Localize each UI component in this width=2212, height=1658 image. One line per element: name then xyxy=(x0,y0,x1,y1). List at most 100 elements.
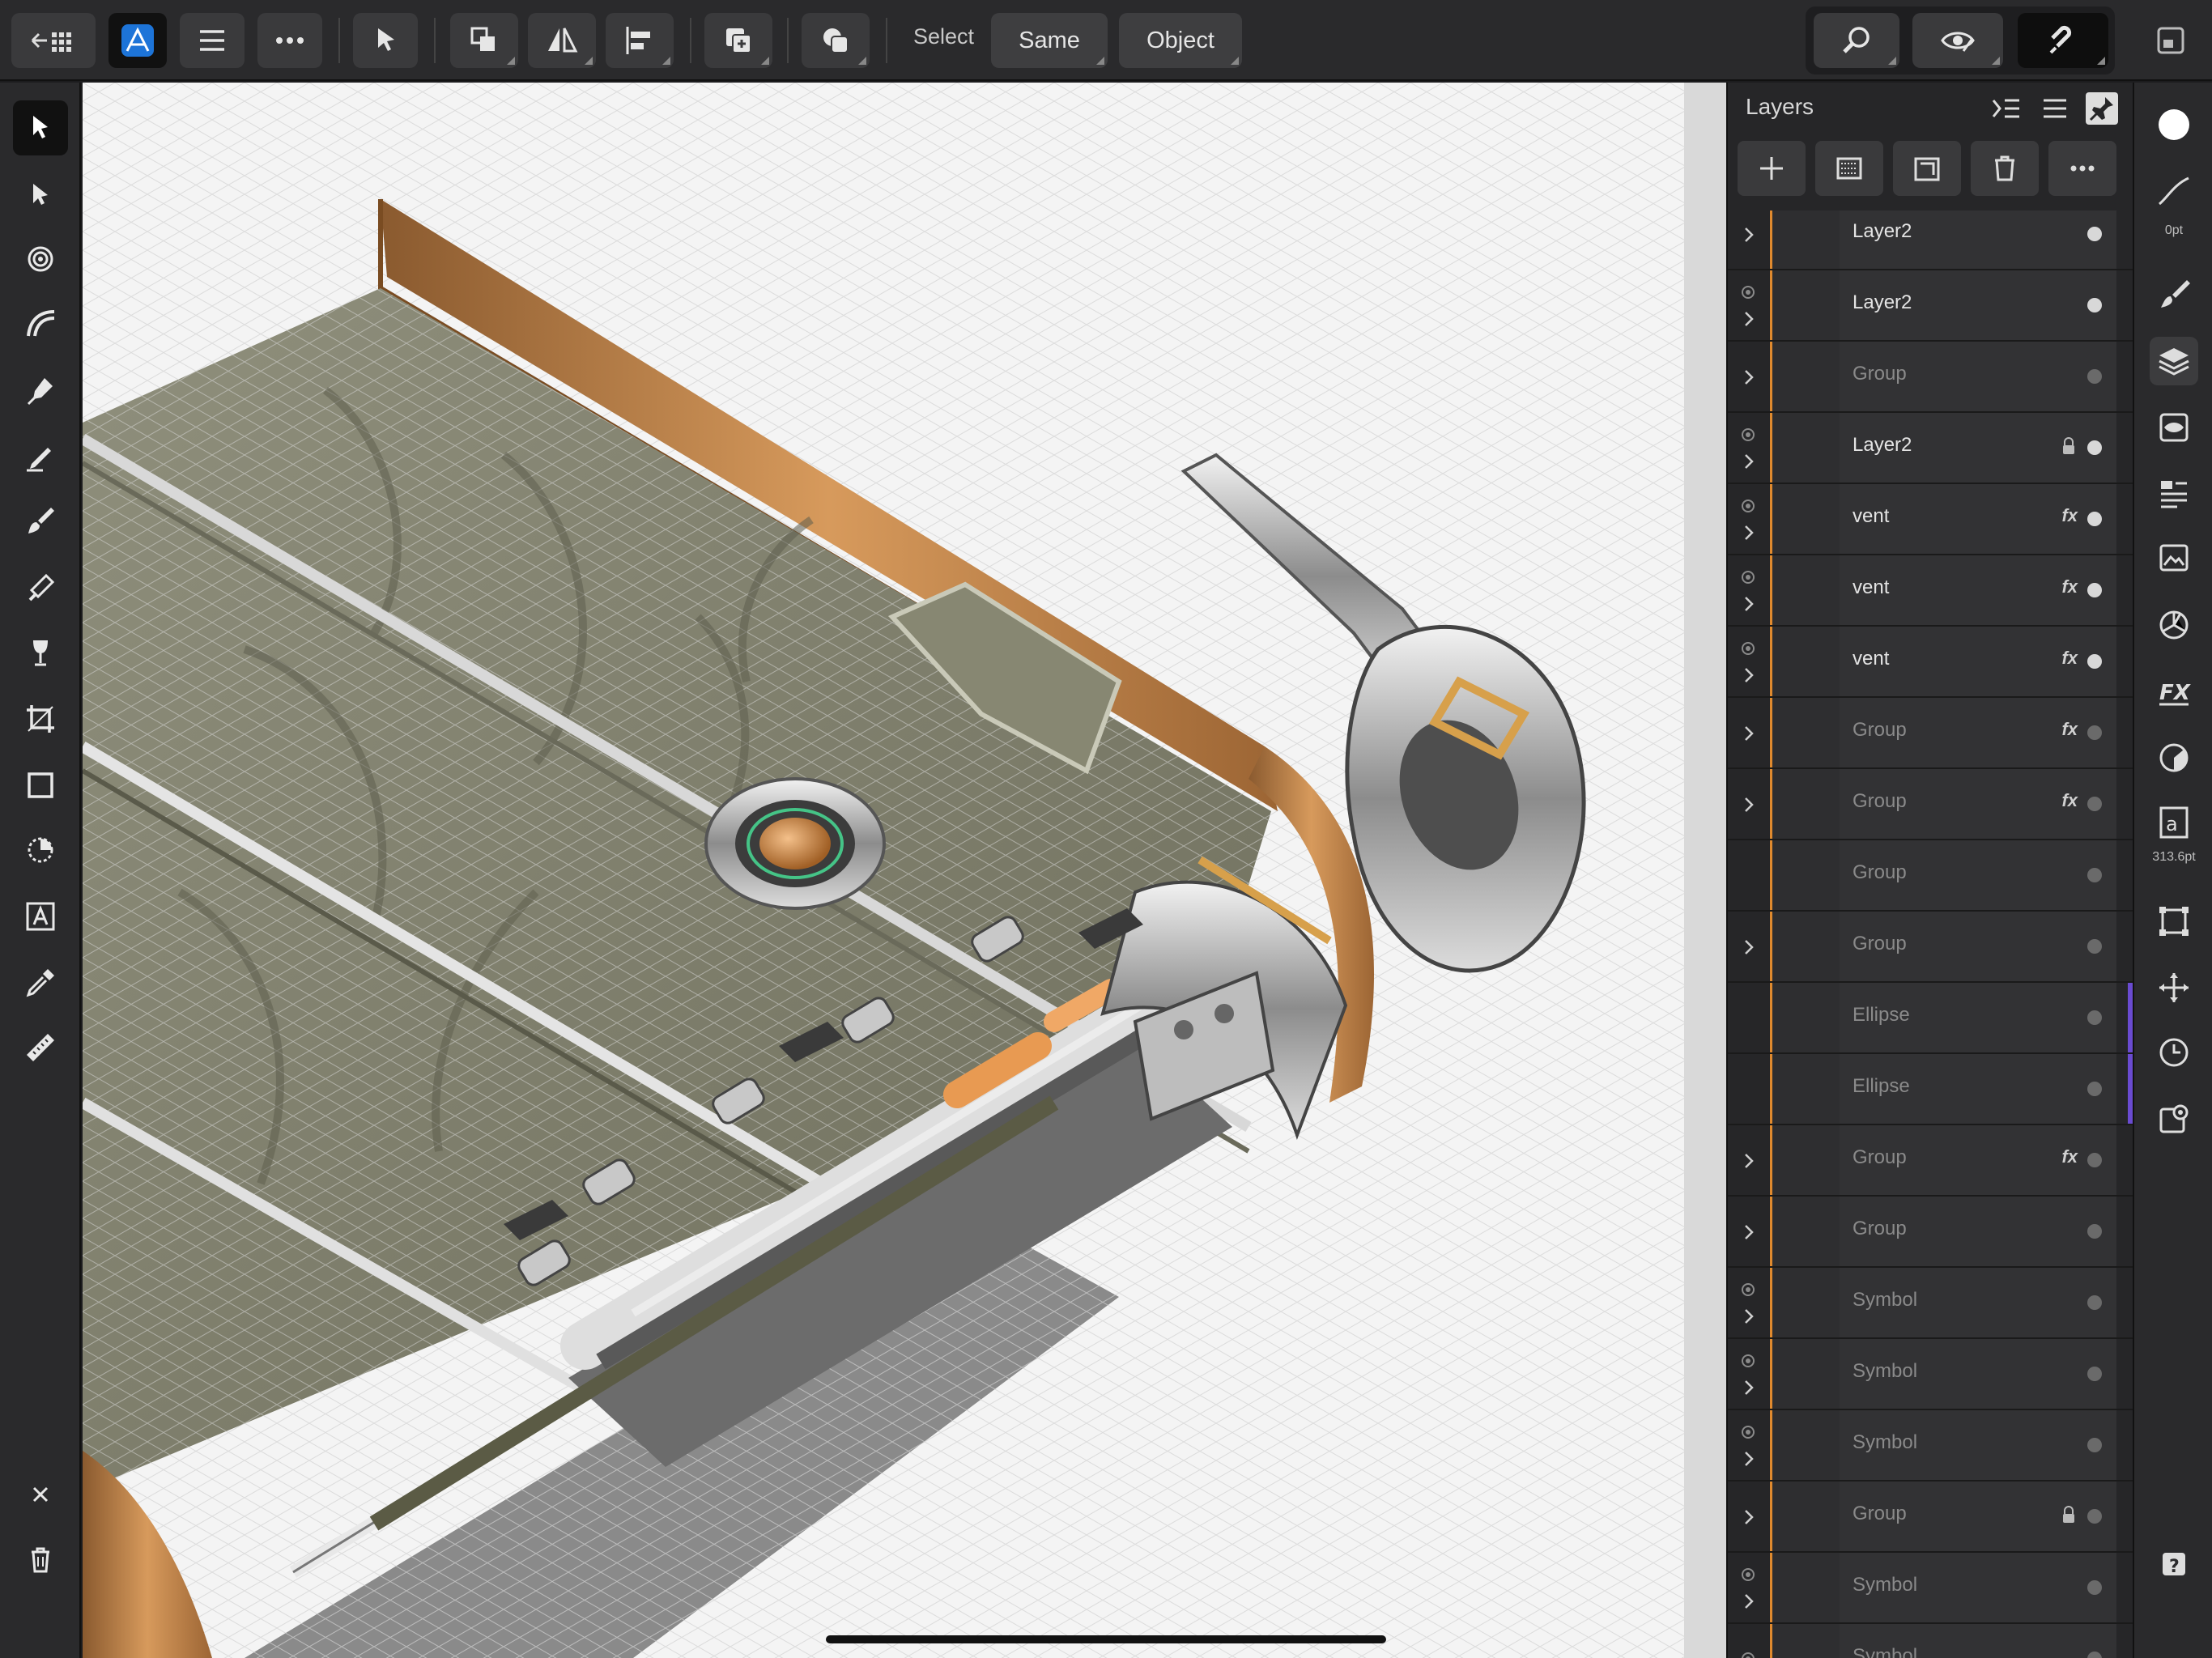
layer-row-main[interactable]: Group xyxy=(1840,342,2116,411)
layer-row[interactable]: Symbol xyxy=(1728,1339,2134,1410)
layer-row-main[interactable]: Symbol xyxy=(1840,1553,2116,1622)
align-button[interactable] xyxy=(606,13,674,68)
close-button[interactable] xyxy=(13,1467,68,1522)
move-tool-button[interactable] xyxy=(353,13,418,68)
layer-row-main[interactable]: vent fx xyxy=(1840,484,2116,554)
expand-chevron-icon[interactable] xyxy=(1739,523,1759,542)
layer-row-main[interactable]: Symbol xyxy=(1840,1339,2116,1409)
layer-row-main[interactable]: Group xyxy=(1840,912,2116,981)
snapping-button[interactable] xyxy=(2018,13,2108,68)
layer-row[interactable]: Group fx xyxy=(1728,769,2134,840)
expand-chevron-icon[interactable] xyxy=(1739,1222,1759,1242)
more-button[interactable] xyxy=(257,13,322,68)
layer-row[interactable]: vent fx xyxy=(1728,627,2134,698)
layer-row[interactable]: Symbol xyxy=(1728,1268,2134,1339)
visibility-dot-icon[interactable] xyxy=(2087,868,2102,882)
node-tool[interactable] xyxy=(13,167,68,222)
expand-chevron-icon[interactable] xyxy=(1739,452,1759,471)
geometry-button[interactable] xyxy=(802,13,870,68)
layer-options-icon[interactable] xyxy=(1739,283,1757,301)
delete-button[interactable] xyxy=(13,1532,68,1587)
layer-options-button[interactable] xyxy=(2048,141,2116,196)
layer-options-icon[interactable] xyxy=(1739,1566,1757,1584)
pin-panel-button[interactable] xyxy=(2086,92,2118,125)
view-mode-button[interactable] xyxy=(1912,13,2003,68)
visibility-dot-icon[interactable] xyxy=(2087,298,2102,312)
layer-row[interactable]: Layer2 xyxy=(1728,270,2134,342)
select-same-button[interactable]: Same xyxy=(991,13,1108,68)
layer-options-icon[interactable] xyxy=(1739,1423,1757,1441)
color-studio-button[interactable] xyxy=(2150,733,2198,782)
layer-row-main[interactable]: Ellipse xyxy=(1840,1054,2116,1124)
expand-chevron-icon[interactable] xyxy=(1739,665,1759,685)
fill-color-swatch[interactable] xyxy=(2150,100,2198,149)
layer-options-icon[interactable] xyxy=(1739,1650,1757,1658)
shape-tool[interactable] xyxy=(13,823,68,878)
expand-chevron-icon[interactable] xyxy=(1739,1592,1759,1611)
expand-chevron-icon[interactable] xyxy=(1739,795,1759,814)
corner-tool[interactable] xyxy=(13,232,68,287)
rectangle-tool[interactable] xyxy=(13,758,68,813)
expand-chevron-icon[interactable] xyxy=(1739,1378,1759,1397)
lock-icon[interactable] xyxy=(2061,1506,2076,1524)
layer-options-icon[interactable] xyxy=(1739,1352,1757,1370)
zoom-button[interactable] xyxy=(1814,13,1899,68)
settings-studio-button[interactable] xyxy=(2150,1095,2198,1143)
menu-button[interactable] xyxy=(180,13,245,68)
add-group-button[interactable] xyxy=(1893,141,1961,196)
layer-row[interactable]: Group xyxy=(1728,1482,2134,1553)
layer-options-icon[interactable] xyxy=(1739,640,1757,657)
layer-row[interactable]: vent fx xyxy=(1728,484,2134,555)
visibility-dot-icon[interactable] xyxy=(2087,1295,2102,1310)
layer-row[interactable]: Group xyxy=(1728,912,2134,983)
layer-row[interactable]: Group xyxy=(1728,840,2134,912)
expand-chevron-icon[interactable] xyxy=(1739,724,1759,743)
expand-chevron-icon[interactable] xyxy=(1739,368,1759,387)
layer-row-main[interactable]: Group xyxy=(1840,1197,2116,1266)
layer-row[interactable]: Group xyxy=(1728,1197,2134,1268)
visibility-dot-icon[interactable] xyxy=(2087,1652,2102,1658)
character-studio-button[interactable]: a xyxy=(2150,798,2198,847)
expand-chevron-icon[interactable] xyxy=(1739,1307,1759,1326)
layer-row-main[interactable]: Ellipse xyxy=(1840,983,2116,1052)
expand-chevron-icon[interactable] xyxy=(1739,1507,1759,1527)
visibility-dot-icon[interactable] xyxy=(2087,227,2102,241)
visibility-dot-icon[interactable] xyxy=(2087,1438,2102,1452)
layer-row-main[interactable]: Group xyxy=(1840,1482,2116,1551)
layer-options-icon[interactable] xyxy=(1739,1281,1757,1299)
fx-icon[interactable]: fx xyxy=(2061,790,2078,811)
visibility-dot-icon[interactable] xyxy=(2087,583,2102,597)
layer-row[interactable]: Symbol xyxy=(1728,1624,2134,1658)
design-canvas[interactable] xyxy=(83,83,1684,1658)
layer-row[interactable]: Group fx xyxy=(1728,1125,2134,1197)
expand-chevron-icon[interactable] xyxy=(1739,1449,1759,1469)
delete-layer-button[interactable] xyxy=(1971,141,2039,196)
layer-row-main[interactable]: Symbol xyxy=(1840,1624,2116,1658)
layer-row[interactable]: vent fx xyxy=(1728,555,2134,627)
expand-chevron-icon[interactable] xyxy=(1739,594,1759,614)
arrange-button[interactable] xyxy=(450,13,518,68)
color-picker-tool[interactable] xyxy=(13,955,68,1010)
grid-back-button[interactable] xyxy=(11,13,96,68)
brushes-studio-button[interactable] xyxy=(2150,270,2198,319)
effects-studio-button[interactable]: FX xyxy=(2150,667,2198,716)
vector-brush-tool[interactable] xyxy=(13,429,68,484)
artistic-text-tool[interactable] xyxy=(13,889,68,944)
visibility-dot-icon[interactable] xyxy=(2087,1153,2102,1167)
swatches-studio-button[interactable] xyxy=(2150,601,2198,649)
move-tool[interactable] xyxy=(13,100,68,155)
expand-chevron-icon[interactable] xyxy=(1739,1151,1759,1171)
text-styles-studio-button[interactable] xyxy=(2150,470,2198,518)
fx-icon[interactable]: fx xyxy=(2061,648,2078,669)
fx-icon[interactable]: fx xyxy=(2061,505,2078,526)
layer-row-main[interactable]: vent fx xyxy=(1840,627,2116,696)
visibility-dot-icon[interactable] xyxy=(2087,939,2102,954)
expand-chevron-icon[interactable] xyxy=(1739,225,1759,244)
layer-row[interactable]: Symbol xyxy=(1728,1410,2134,1482)
layer-row[interactable]: Group xyxy=(1728,342,2134,413)
visibility-dot-icon[interactable] xyxy=(2087,369,2102,384)
boolean-add-button[interactable] xyxy=(704,13,772,68)
stroke-button[interactable] xyxy=(2150,167,2198,215)
fx-icon[interactable]: fx xyxy=(2061,576,2078,597)
expand-chevron-icon[interactable] xyxy=(1739,309,1759,329)
